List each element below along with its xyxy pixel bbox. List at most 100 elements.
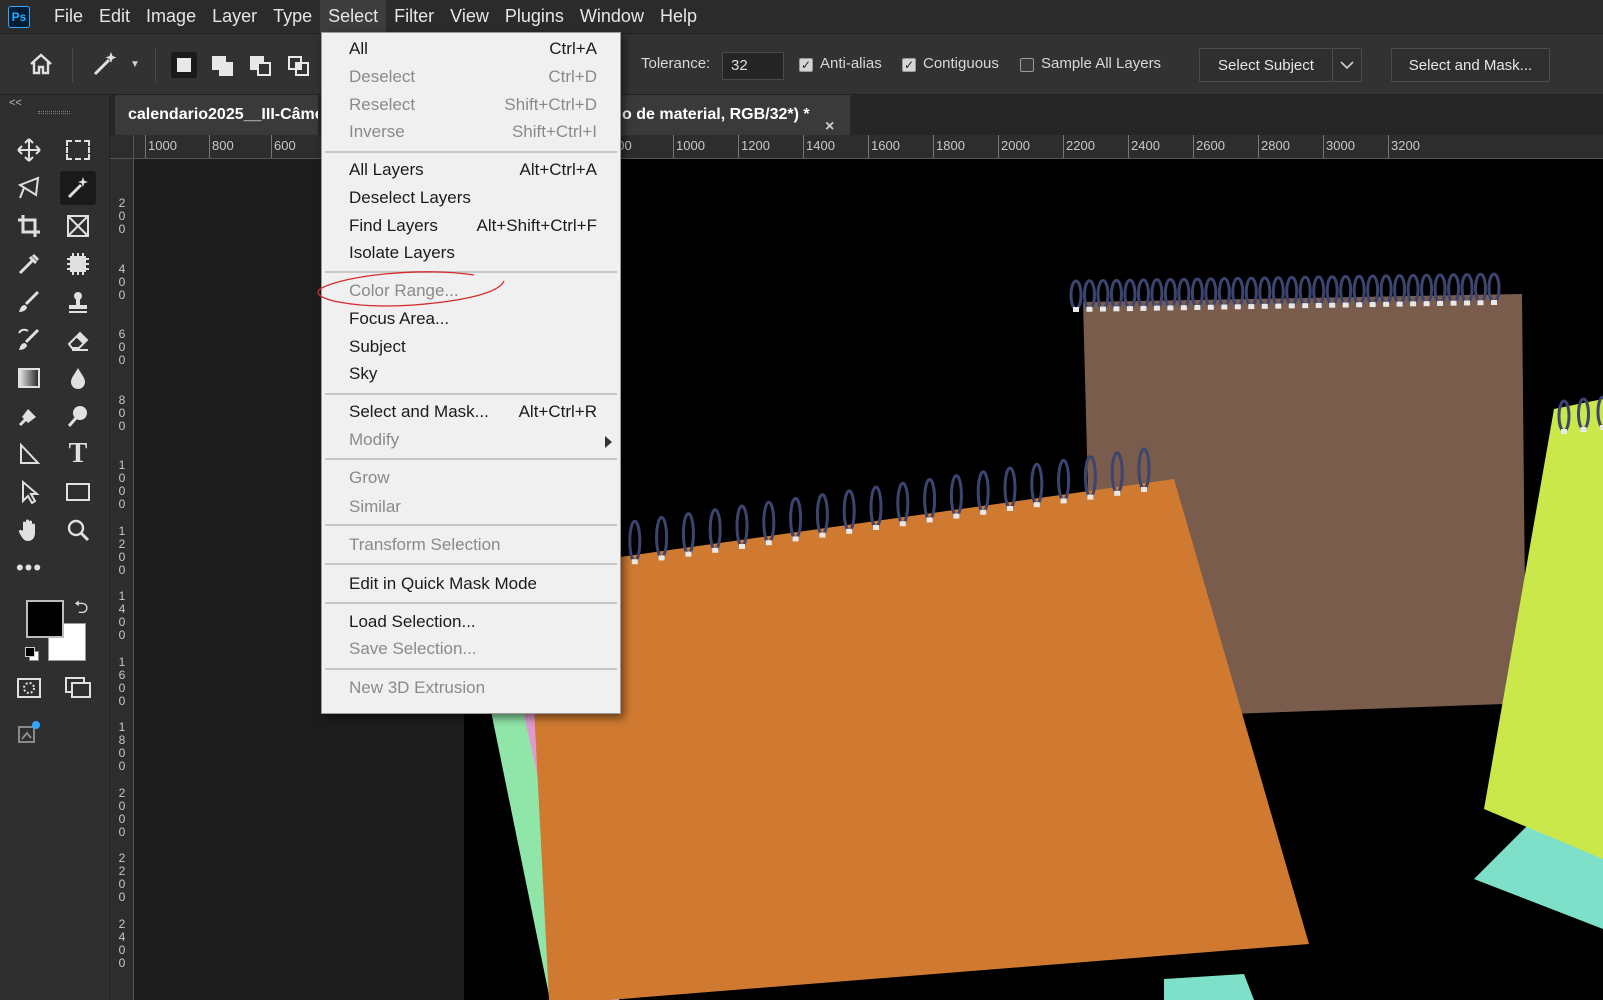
ruler-tick-label: 2000 xyxy=(118,785,126,839)
document-tab-2[interactable]: o de material, RGB/32*) * × xyxy=(610,95,850,135)
menu-view[interactable]: View xyxy=(442,0,497,33)
move-tool-icon[interactable] xyxy=(11,133,47,167)
menu-window[interactable]: Window xyxy=(572,0,652,33)
home-icon[interactable] xyxy=(26,49,56,79)
antialias-checkbox[interactable]: ✓ xyxy=(799,58,813,72)
burn-tool-icon[interactable] xyxy=(60,399,96,433)
menu-item-find-layers[interactable]: Find Layers Alt+Shift+Ctrl+F xyxy=(322,213,622,241)
select-and-mask-button[interactable]: Select and Mask... xyxy=(1391,48,1550,82)
brush-tool-icon[interactable] xyxy=(11,285,47,319)
panel-grip[interactable] xyxy=(38,111,70,114)
menu-item-isolate-layers[interactable]: Isolate Layers xyxy=(322,240,622,268)
photoshop-logo: Ps xyxy=(8,5,30,28)
menu-item-new-3d-extrusion[interactable]: New 3D Extrusion xyxy=(322,675,622,703)
select-subject-button[interactable]: Select Subject xyxy=(1199,48,1333,82)
menu-file[interactable]: File xyxy=(46,0,91,33)
spiral-hole xyxy=(1113,306,1120,312)
new-selection-icon[interactable] xyxy=(171,52,197,78)
ruler-tick-label: 1400 xyxy=(806,138,835,153)
collapse-panel-icon[interactable]: << xyxy=(9,97,22,109)
menu-item-load-selection[interactable]: Load Selection... xyxy=(322,609,622,637)
menu-filter[interactable]: Filter xyxy=(386,0,442,33)
frame-tool-icon[interactable] xyxy=(60,209,96,243)
menu-edit[interactable]: Edit xyxy=(91,0,138,33)
menu-item-similar[interactable]: Similar xyxy=(322,494,622,522)
menu-layer[interactable]: Layer xyxy=(204,0,265,33)
sample-all-layers-checkbox[interactable] xyxy=(1020,58,1034,72)
ruler-tick-label: 1000 xyxy=(676,138,705,153)
gradient-tool-icon[interactable] xyxy=(11,361,47,395)
menu-help[interactable]: Help xyxy=(652,0,705,33)
menu-select[interactable]: Select xyxy=(320,0,387,33)
menu-item-deselect-layers[interactable]: Deselect Layers xyxy=(322,185,622,213)
menu-item-reselect[interactable]: Reselect Shift+Ctrl+D xyxy=(322,92,622,120)
spiral-hole xyxy=(1580,427,1587,432)
contiguous-checkbox[interactable]: ✓ xyxy=(902,58,916,72)
menu-separator xyxy=(325,151,617,153)
menu-item-select-and-mask[interactable]: Select and Mask... Alt+Ctrl+R xyxy=(322,399,622,427)
ruler-origin[interactable] xyxy=(110,135,134,159)
foreground-color-swatch[interactable] xyxy=(26,600,64,638)
pen-tool-icon[interactable] xyxy=(11,437,47,471)
dodge-tool-icon[interactable] xyxy=(11,399,47,433)
spiral-hole xyxy=(1099,306,1106,312)
magic-wand-preset-icon[interactable] xyxy=(90,49,120,79)
menu-item-subject[interactable]: Subject xyxy=(322,334,622,362)
chevron-down-icon[interactable]: ▼ xyxy=(130,59,140,70)
spiral-hole xyxy=(1477,300,1484,306)
type-tool-icon[interactable]: T xyxy=(60,437,96,471)
crop-tool-icon[interactable] xyxy=(11,209,47,243)
eraser-tool-icon[interactable] xyxy=(60,323,96,357)
menu-item-save-selection[interactable]: Save Selection... xyxy=(322,636,622,664)
object-selection-icon[interactable] xyxy=(60,247,96,281)
subtract-from-selection-icon[interactable] xyxy=(248,52,274,78)
menu-item-all-layers[interactable]: All Layers Alt+Ctrl+A xyxy=(322,157,622,185)
stamp-tool-icon[interactable] xyxy=(60,285,96,319)
path-selection-icon[interactable] xyxy=(11,475,47,509)
menu-separator xyxy=(325,602,617,604)
history-brush-icon[interactable] xyxy=(11,323,47,357)
spiral-hole xyxy=(1140,305,1147,311)
eyedropper-tool-icon[interactable] xyxy=(11,247,47,281)
menu-plugins[interactable]: Plugins xyxy=(497,0,572,33)
generative-fill-icon[interactable] xyxy=(11,715,47,749)
add-to-selection-icon[interactable] xyxy=(210,52,236,78)
tolerance-input[interactable]: 32 xyxy=(722,52,784,80)
quick-mask-icon[interactable] xyxy=(11,671,47,705)
rectangle-tool-icon[interactable] xyxy=(60,475,96,509)
menu-item-sky[interactable]: Sky xyxy=(322,361,622,389)
menu-item-modify[interactable]: Modify xyxy=(322,427,622,455)
menu-image[interactable]: Image xyxy=(138,0,204,33)
spiral-hole xyxy=(1207,304,1214,310)
default-colors-icon[interactable] xyxy=(25,647,39,661)
menu-item-all[interactable]: All Ctrl+A xyxy=(322,36,622,64)
zoom-tool-icon[interactable] xyxy=(60,513,96,547)
spiral-hole xyxy=(1491,300,1497,305)
menu-item-inverse[interactable]: Inverse Shift+Ctrl+I xyxy=(322,119,622,147)
close-icon[interactable]: × xyxy=(825,107,834,135)
magic-wand-tool-icon[interactable] xyxy=(60,171,96,205)
screen-mode-icon[interactable] xyxy=(60,671,96,705)
menu-item-grow[interactable]: Grow xyxy=(322,465,622,493)
blur-tool-icon[interactable] xyxy=(60,361,96,395)
rectangular-marquee-icon[interactable] xyxy=(60,133,96,167)
more-tools-icon[interactable]: ••• xyxy=(11,551,47,585)
select-subject-dropdown[interactable] xyxy=(1332,48,1362,82)
menu-type[interactable]: Type xyxy=(265,0,320,33)
menu-item-deselect[interactable]: Deselect Ctrl+D xyxy=(322,64,622,92)
document-tab-1[interactable]: calendario2025__III-Câme xyxy=(115,95,318,135)
swap-colors-icon[interactable]: ⮌ xyxy=(74,595,88,625)
lasso-tool-icon[interactable] xyxy=(11,171,47,205)
vertical-ruler: 200 400 600 800 1000 1200 1400 1600 1800 2000 2200… xyxy=(110,159,134,1000)
menu-item-quick-mask[interactable]: Edit in Quick Mask Mode xyxy=(322,571,622,599)
menu-item-transform-selection[interactable]: Transform Selection xyxy=(322,532,622,560)
spiral-hole xyxy=(1288,303,1295,309)
hand-tool-icon[interactable] xyxy=(11,513,47,547)
ruler-tick-label: 200 xyxy=(118,196,126,236)
ruler-tick xyxy=(738,135,739,158)
document-canvas[interactable] xyxy=(464,159,1603,1000)
spiral-hole xyxy=(631,559,638,565)
ruler-tick-label: 1400 xyxy=(118,589,126,642)
intersect-selection-icon[interactable] xyxy=(286,52,312,78)
document-tab-2-label: o de material, RGB/32*) * xyxy=(622,106,810,123)
